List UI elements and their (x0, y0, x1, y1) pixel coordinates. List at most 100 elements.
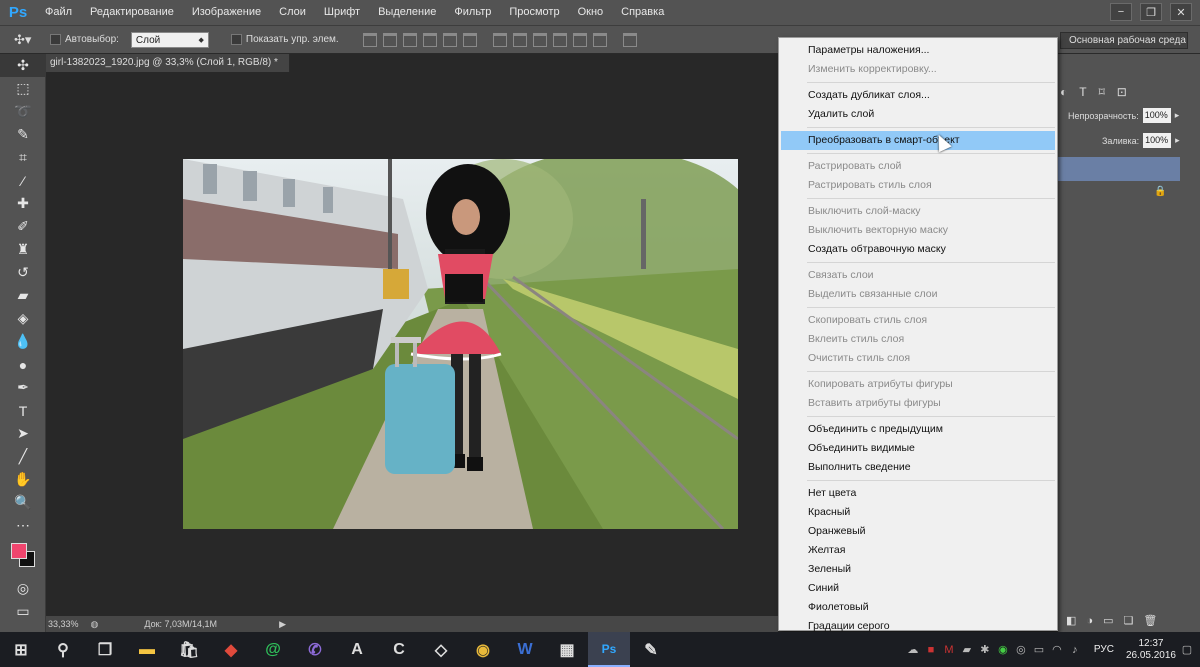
menu-item[interactable]: Просмотр (500, 0, 568, 25)
context-menu-item[interactable]: Желтая (779, 541, 1057, 560)
search-icon[interactable]: ⚲ (42, 632, 84, 667)
foreground-color-swatch[interactable] (11, 543, 27, 559)
pen-tool-icon[interactable]: ✒ (0, 376, 46, 399)
distribute-left-icon[interactable] (552, 32, 567, 47)
workspace-selector[interactable]: Основная рабочая среда (1060, 32, 1188, 49)
mail-ru-icon[interactable]: M (942, 644, 956, 656)
healing-brush-tool-icon[interactable]: ✚ (0, 192, 46, 215)
tray-green-icon[interactable]: ◉ (996, 643, 1010, 656)
context-menu-item[interactable]: Параметры наложения... (779, 41, 1057, 60)
status-info-icon[interactable]: ◍ (91, 619, 99, 630)
hand-tool-icon[interactable]: ✋ (0, 468, 46, 491)
delete-layer-icon[interactable]: 🗑 (1143, 614, 1157, 627)
document-image[interactable] (183, 159, 738, 529)
context-menu-item[interactable]: Преобразовать в смарт-объект (781, 131, 1055, 150)
clone-stamp-tool-icon[interactable]: ♜ (0, 238, 46, 261)
quick-mask-icon[interactable]: ◎ (0, 577, 46, 600)
battery-icon[interactable]: ▭ (1032, 643, 1046, 656)
distribute-bottom-icon[interactable] (532, 32, 547, 47)
menu-item[interactable]: Изображение (183, 0, 270, 25)
viber-icon[interactable]: ✆ (294, 632, 336, 667)
path-selection-tool-icon[interactable]: ➤ (0, 422, 46, 445)
context-menu-item[interactable]: Удалить слой (779, 105, 1057, 124)
context-menu-item[interactable]: Синий (779, 579, 1057, 598)
opacity-dropdown-icon[interactable]: ▸ (1175, 110, 1180, 121)
menu-item[interactable]: Справка (612, 0, 673, 25)
volume-icon[interactable]: ♪ (1068, 644, 1082, 656)
distribute-right-icon[interactable] (592, 32, 607, 47)
menu-item[interactable]: Выделение (369, 0, 445, 25)
context-menu-item[interactable]: Объединить с предыдущим (779, 420, 1057, 439)
quick-select-tool-icon[interactable]: ✎ (0, 123, 46, 146)
app-c-icon[interactable]: C (378, 632, 420, 667)
cloud-icon[interactable]: ☁ (906, 643, 920, 656)
context-menu-item[interactable]: Зеленый (779, 560, 1057, 579)
antivirus-icon[interactable]: ■ (924, 644, 938, 656)
selected-layer-row[interactable] (1058, 157, 1180, 181)
distribute-vcenter-icon[interactable] (512, 32, 527, 47)
marquee-tool-icon[interactable]: ⬚ (0, 77, 46, 100)
more-tools-icon[interactable]: ⋯ (0, 514, 46, 537)
filter-circle-icon[interactable]: ◐ (1060, 85, 1067, 99)
minimize-button[interactable]: − (1110, 3, 1132, 21)
zoom-tool-icon[interactable]: 🔍 (0, 491, 46, 514)
crop-tool-icon[interactable]: ⌗ (0, 146, 46, 169)
distribute-hcenter-icon[interactable] (572, 32, 587, 47)
new-group-icon[interactable]: ▭ (1103, 614, 1113, 627)
menu-item[interactable]: Слои (270, 0, 315, 25)
align-hcenter-icon[interactable] (442, 32, 457, 47)
align-vcenter-icon[interactable] (382, 32, 397, 47)
context-menu-item[interactable]: Создать дубликат слоя... (779, 86, 1057, 105)
restore-button[interactable]: ❐ (1140, 3, 1162, 21)
filter-shape-icon[interactable]: ⌑ (1099, 85, 1105, 99)
fill-dropdown-icon[interactable]: ▸ (1175, 135, 1180, 146)
file-explorer-icon[interactable]: ▬ (126, 632, 168, 667)
line-tool-icon[interactable]: ╱ (0, 445, 46, 468)
context-menu-item[interactable]: Объединить видимые (779, 439, 1057, 458)
font-app-icon[interactable]: A (336, 632, 378, 667)
filter-type-icon[interactable]: T (1079, 85, 1086, 99)
align-left-icon[interactable] (422, 32, 437, 47)
adjustment-layer-icon[interactable]: ◑ (1086, 615, 1093, 627)
menu-item[interactable]: Шрифт (315, 0, 369, 25)
start-button-icon[interactable]: ⊞ (0, 632, 42, 667)
menu-item[interactable]: Редактирование (81, 0, 183, 25)
dodge-tool-icon[interactable]: ● (0, 353, 46, 376)
new-layer-icon[interactable]: ❏ (1123, 614, 1133, 627)
blur-tool-icon[interactable]: 💧 (0, 330, 46, 353)
close-button[interactable]: ✕ (1170, 3, 1192, 21)
clock[interactable]: 12:37 26.05.2016 (1126, 638, 1176, 662)
zoom-level[interactable]: 33,33% (48, 619, 79, 629)
filter-smart-icon[interactable]: ⊡ (1117, 85, 1127, 99)
context-menu-item[interactable]: Фиолетовый (779, 598, 1057, 617)
eraser-tool-icon[interactable]: ▰ (0, 284, 46, 307)
task-view-icon[interactable]: ❐ (84, 632, 126, 667)
tray-shield-icon[interactable]: ◎ (1014, 643, 1028, 656)
calculator-icon[interactable]: ▦ (546, 632, 588, 667)
menu-item[interactable]: Файл (36, 0, 81, 25)
type-tool-icon[interactable]: T (0, 399, 46, 422)
align-bottom-icon[interactable] (402, 32, 417, 47)
status-menu-arrow-icon[interactable]: ▶ (279, 619, 286, 630)
history-brush-tool-icon[interactable]: ↺ (0, 261, 46, 284)
opacity-field[interactable]: 100% (1142, 108, 1171, 123)
show-controls-checkbox[interactable] (230, 34, 242, 45)
screen-mode-icon[interactable]: ▭ (0, 600, 46, 623)
align-top-icon[interactable] (362, 32, 377, 47)
show-controls-option[interactable]: Показать упр. элем. (230, 34, 339, 45)
photoshop-taskbar-icon[interactable]: Ps (588, 632, 630, 667)
autoselect-option[interactable]: Автовыбор: (50, 34, 119, 45)
distribute-top-icon[interactable] (492, 32, 507, 47)
tool-app-icon[interactable]: ◇ (420, 632, 462, 667)
document-tab[interactable]: girl-1382023_1920.jpg @ 33,3% (Слой 1, R… (46, 54, 290, 86)
tray-app-icon[interactable]: ▰ (960, 643, 974, 656)
context-menu-item[interactable]: Создать обтравочную маску (779, 240, 1057, 259)
align-right-icon[interactable] (462, 32, 477, 47)
word-icon[interactable]: W (504, 632, 546, 667)
store-icon[interactable]: 🛍 (168, 632, 210, 667)
move-tool-preset-icon[interactable]: ✣▾ (14, 32, 44, 48)
brush-tool-icon[interactable]: ✐ (0, 215, 46, 238)
menu-item[interactable]: Фильтр (445, 0, 500, 25)
context-menu-item[interactable]: Оранжевый (779, 522, 1057, 541)
autoselect-checkbox[interactable] (50, 34, 61, 45)
